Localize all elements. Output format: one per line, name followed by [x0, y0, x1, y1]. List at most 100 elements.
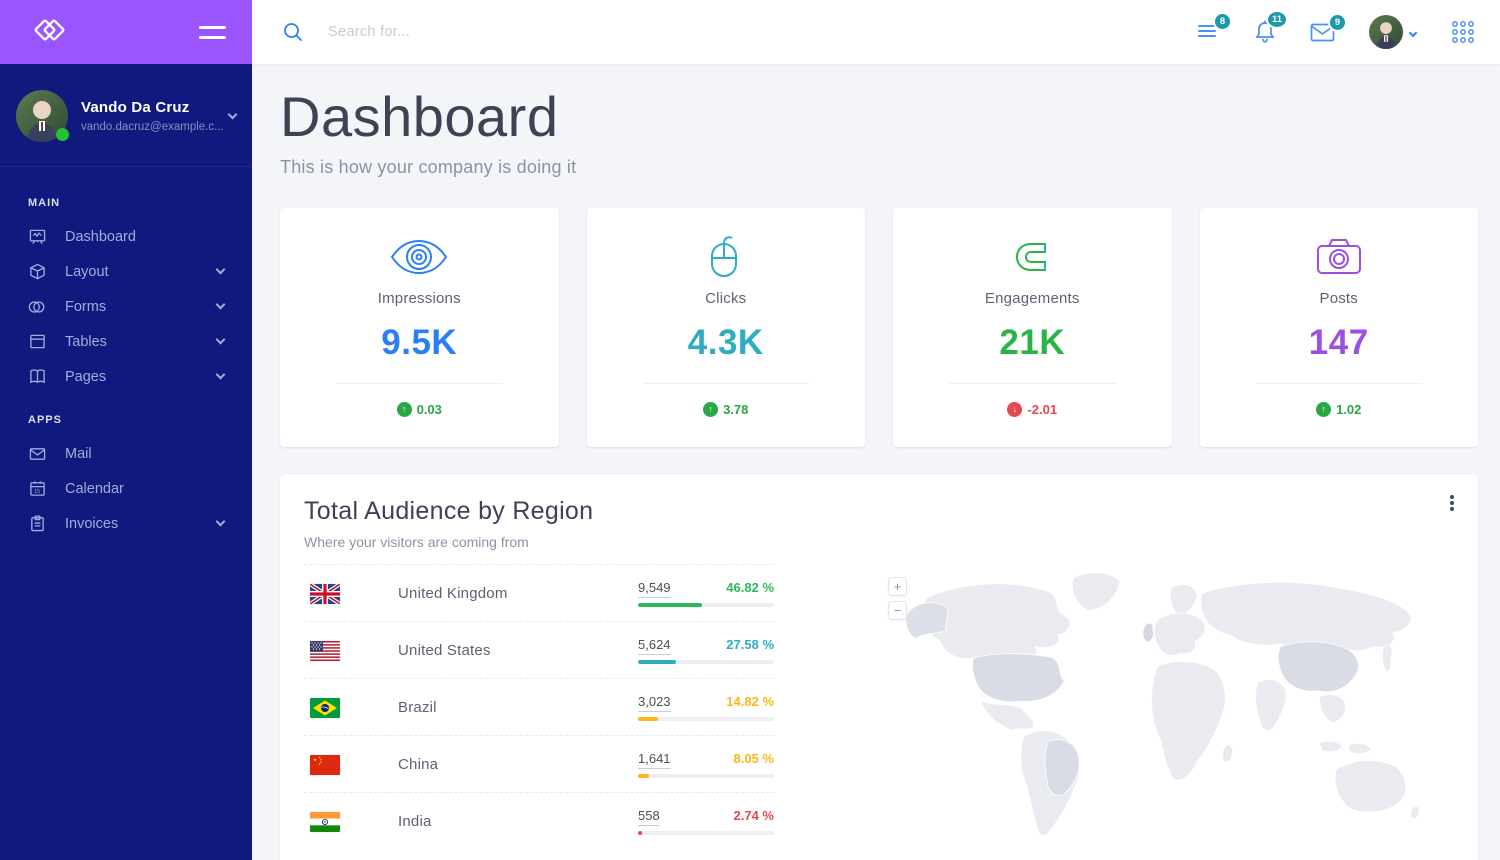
- card-subtitle: Where your visitors are coming from: [304, 534, 529, 550]
- progress-bar: [638, 717, 774, 721]
- divider: [336, 383, 503, 384]
- stat-change: ↑ 3.78: [607, 402, 846, 417]
- world-map[interactable]: + −: [880, 563, 1458, 853]
- stat-value: 4.3K: [687, 323, 764, 362]
- sidebar-item-tables[interactable]: Tables: [0, 324, 252, 359]
- progress-bar: [638, 603, 774, 607]
- sidebar-item-label: Forms: [65, 298, 107, 315]
- nav-section-main: MAIN: [28, 197, 61, 209]
- stat-change: ↑ 1.02: [1220, 402, 1459, 417]
- country-stats: 558 2.74 %: [638, 808, 774, 835]
- india-flag: [310, 811, 340, 832]
- audience-by-region-card: Total Audience by Region Where your visi…: [280, 475, 1478, 860]
- country-row-united-states[interactable]: United States 5,624 27.58 %: [304, 621, 774, 678]
- online-status-dot: [56, 128, 69, 141]
- messages-icon[interactable]: 9: [1310, 12, 1347, 42]
- search-input[interactable]: [328, 24, 748, 40]
- topbar-actions: 8 11 9: [1196, 10, 1476, 49]
- country-value: 558: [638, 808, 660, 826]
- page-subtitle: This is how your company is doing it: [280, 157, 577, 177]
- cube-icon: [28, 263, 46, 281]
- country-name: Brazil: [398, 699, 437, 716]
- brazil-flag: [310, 697, 340, 718]
- country-value: 3,023: [638, 694, 671, 712]
- sidebar-item-label: Mail: [65, 445, 92, 462]
- nav-section-apps: APPS: [28, 414, 62, 426]
- sidebar-item-calendar[interactable]: 15 Calendar: [0, 471, 252, 506]
- country-name: United Kingdom: [398, 585, 508, 602]
- avatar: [1369, 15, 1403, 49]
- sidebar-toggle-icon[interactable]: [199, 25, 226, 39]
- sidebar-item-layout[interactable]: Layout: [0, 254, 252, 289]
- china-flag: [310, 754, 340, 775]
- sidebar-item-label: Invoices: [65, 515, 119, 532]
- arrow-up-icon: ↑: [703, 402, 719, 417]
- stat-value: 147: [1308, 323, 1369, 362]
- app-root: Vando Da Cruz vando.dacruz@example.c... …: [0, 0, 1500, 860]
- sidebar-item-forms[interactable]: Forms: [0, 289, 252, 324]
- apps-grid-icon[interactable]: [1450, 19, 1476, 45]
- stat-label: Engagements: [984, 290, 1080, 307]
- chevron-down-icon: [1408, 28, 1418, 38]
- country-percent: 46.82 %: [726, 580, 774, 595]
- chevron-down-icon: [215, 516, 226, 527]
- chevron-down-icon: [215, 334, 226, 345]
- arrow-up-icon: ↑: [1316, 402, 1332, 417]
- country-name: India: [398, 813, 432, 830]
- stat-value: 21K: [999, 323, 1066, 362]
- sidebar-nav: MAIN Dashboard Layout Forms Tables Pages…: [0, 167, 252, 551]
- arrow-down-icon: ↓: [1007, 402, 1023, 417]
- chevron-down-icon: [215, 264, 226, 275]
- card-title: Total Audience by Region: [304, 497, 594, 525]
- map-zoom-in-button[interactable]: +: [888, 577, 907, 596]
- map-zoom-out-button[interactable]: −: [888, 601, 907, 620]
- user-menu[interactable]: [1369, 15, 1418, 49]
- camera-icon: [1220, 234, 1459, 280]
- uk-flag: [310, 583, 340, 604]
- sidebar-item-label: Layout: [65, 263, 109, 280]
- country-row-united-kingdom[interactable]: United Kingdom 9,549 46.82 %: [304, 564, 774, 621]
- tasks-icon[interactable]: 8: [1196, 12, 1232, 42]
- country-row-china[interactable]: China 1,641 8.05 %: [304, 735, 774, 792]
- progress-bar: [638, 774, 774, 778]
- country-percent: 14.82 %: [726, 694, 774, 709]
- user-menu-chevron-icon[interactable]: [227, 109, 238, 119]
- stat-card-engagements: Engagements 21K ↓ -2.01: [893, 208, 1172, 447]
- sidebar-item-mail[interactable]: Mail: [0, 436, 252, 471]
- kebab-menu-icon[interactable]: [1446, 491, 1458, 515]
- change-value: 0.03: [416, 402, 442, 417]
- arrow-up-icon: ↑: [396, 402, 412, 417]
- country-stats: 3,023 14.82 %: [638, 694, 774, 721]
- search-icon[interactable]: [282, 21, 304, 43]
- notifications-bell-icon[interactable]: 11: [1254, 10, 1288, 44]
- divider: [642, 383, 809, 384]
- user-profile[interactable]: Vando Da Cruz vando.dacruz@example.c...: [0, 64, 252, 167]
- country-percent: 2.74 %: [733, 808, 774, 823]
- sidebar-item-label: Calendar: [65, 480, 124, 497]
- country-stats: 1,641 8.05 %: [638, 751, 774, 778]
- map-zoom-controls: + −: [888, 577, 907, 620]
- sidebar-header: [0, 0, 252, 64]
- divider: [1255, 383, 1422, 384]
- sidebar-item-label: Tables: [65, 333, 107, 350]
- sidebar-item-pages[interactable]: Pages: [0, 359, 252, 394]
- content: Dashboard This is how your company is do…: [252, 64, 1500, 860]
- country-row-india[interactable]: India 558 2.74 %: [304, 792, 774, 849]
- tasks-badge: 8: [1213, 12, 1232, 31]
- world-map-svg: [905, 572, 1420, 837]
- dashboard-icon: [28, 228, 46, 246]
- stat-value: 9.5K: [381, 323, 458, 362]
- svg-text:15: 15: [34, 489, 40, 495]
- clipboard-icon: [28, 515, 46, 533]
- country-row-brazil[interactable]: Brazil 3,023 14.82 %: [304, 678, 774, 735]
- magnet-icon: [913, 234, 1152, 280]
- user-email: vando.dacruz@example.c...: [81, 121, 224, 133]
- stat-card-clicks: Clicks 4.3K ↑ 3.78: [586, 208, 865, 447]
- sidebar-item-dashboard[interactable]: Dashboard: [0, 219, 252, 254]
- page-title: Dashboard: [280, 85, 559, 148]
- stat-change: ↑ 0.03: [300, 402, 539, 417]
- country-name: United States: [398, 642, 491, 659]
- sidebar-item-invoices[interactable]: Invoices: [0, 506, 252, 541]
- brand-logo-icon[interactable]: [30, 10, 70, 55]
- sidebar-item-label: Dashboard: [65, 228, 136, 245]
